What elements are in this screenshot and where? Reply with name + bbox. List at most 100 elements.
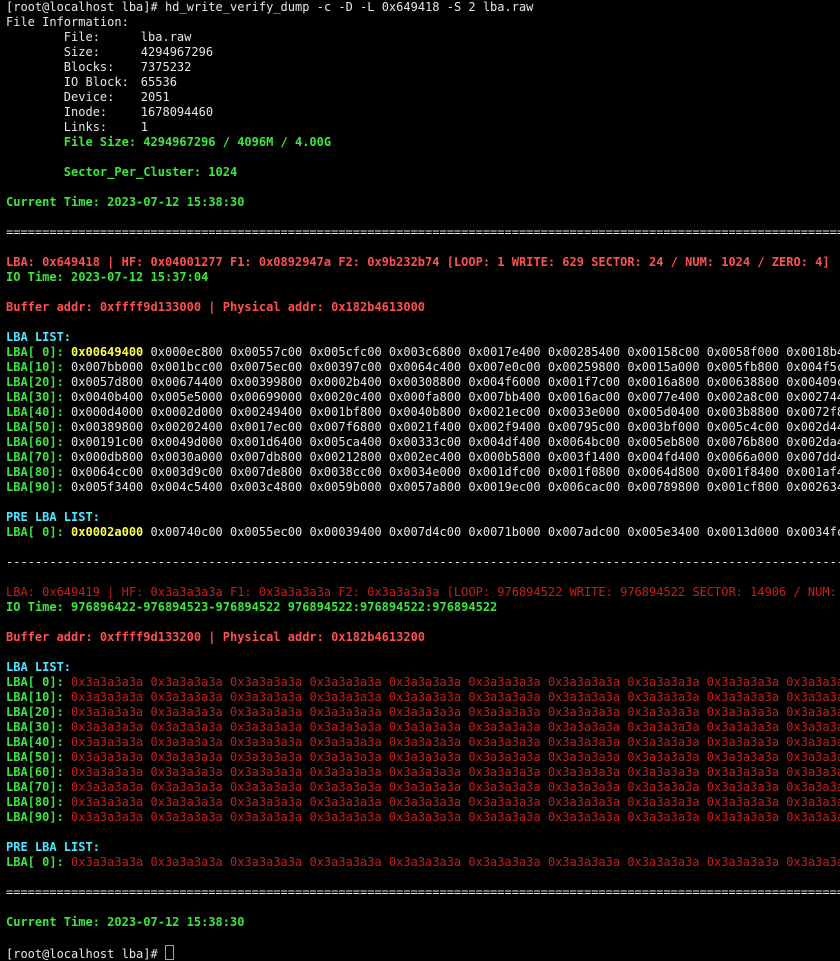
lba-row-values: 0x3a3a3a3a 0x3a3a3a3a 0x3a3a3a3a 0x3a3a3… (71, 705, 840, 719)
file-info-value: 1 (140, 120, 149, 134)
lba-row-values: 0x3a3a3a3a 0x3a3a3a3a 0x3a3a3a3a 0x3a3a3… (71, 690, 840, 704)
lba-row: LBA[70]: 0x000db800 0x0030a000 0x007db80… (6, 450, 840, 465)
lba-row-label: LBA[90]: (6, 480, 64, 494)
lba-row: LBA[10]: 0x3a3a3a3a 0x3a3a3a3a 0x3a3a3a3… (6, 690, 840, 705)
block1-lba-list-title: LBA LIST: (6, 330, 72, 344)
block1-pre-lba-row: LBA[ 0]: 0x0002a000 0x00740c00 0x0055ec0… (6, 525, 840, 540)
text-cursor[interactable] (164, 945, 174, 960)
lba-row-label: LBA[50]: (6, 750, 64, 764)
lba-row-label: LBA[40]: (6, 735, 64, 749)
file-info-row: File: lba.raw (6, 30, 840, 45)
file-info-value: 2051 (140, 90, 170, 104)
lba-row: LBA[30]: 0x0040b400 0x005e5000 0x0069900… (6, 390, 840, 405)
file-info-key: IO Block: (63, 75, 129, 89)
lba-row-values: 0x000db800 0x0030a000 0x007db800 0x00212… (71, 450, 840, 464)
file-info-row: Device: 2051 (6, 90, 840, 105)
lba-row-values: 0x3a3a3a3a 0x3a3a3a3a 0x3a3a3a3a 0x3a3a3… (71, 780, 840, 794)
block2-lba-list-title: LBA LIST: (6, 660, 72, 674)
file-info-rows: File: lba.raw Size: 4294967296 Blocks: 7375… (6, 30, 840, 135)
lba-row-label: LBA[10]: (6, 360, 64, 374)
lba-row: LBA[50]: 0x00389800 0x00202400 0x0017ec0… (6, 420, 840, 435)
file-info-value: 65536 (140, 75, 177, 89)
lba-row-label: LBA[20]: (6, 375, 64, 389)
file-info-value: lba.raw (140, 30, 192, 44)
command-line: [root@localhost lba]# hd_write_verify_du… (6, 0, 840, 15)
pre-lba-row-values: 0x00740c00 0x0055ec00 0x00039400 0x007d4… (150, 525, 840, 539)
block2-buffer-addr: Buffer addr: 0xffff9d133200 | Physical a… (6, 630, 426, 644)
sector-per-cluster: Sector_Per_Cluster: 1024 (63, 165, 238, 179)
lba-row-values: 0x3a3a3a3a 0x3a3a3a3a 0x3a3a3a3a 0x3a3a3… (71, 795, 840, 809)
lba-row-values: 0x000ec800 0x00557c00 0x005cfc00 0x003c6… (150, 345, 840, 359)
block1-header: LBA: 0x649418 | HF: 0x04001277 F1: 0x089… (6, 255, 830, 269)
file-info-header: File Information: (6, 15, 129, 29)
lba-row-label: LBA[60]: (6, 765, 64, 779)
file-info-key: Blocks: (63, 60, 115, 74)
lba-row-label: LBA[ 0]: (6, 345, 64, 359)
file-info-key: File: (63, 30, 100, 44)
current-time-end: Current Time: 2023-07-12 15:38:30 (6, 915, 245, 929)
block1-buffer-addr: Buffer addr: 0xffff9d133000 | Physical a… (6, 300, 426, 314)
lba-row-values: 0x007bb000 0x001bcc00 0x0075ec00 0x00397… (71, 360, 840, 374)
pre-lba-row-values: 0x3a3a3a3a 0x3a3a3a3a 0x3a3a3a3a 0x3a3a3… (71, 855, 840, 869)
shell-prompt: [root@localhost lba]# (6, 947, 165, 961)
file-info-key: Links: (63, 120, 108, 134)
file-info-key: Size: (63, 45, 100, 59)
lba-row: LBA[ 0]: 0x00649400 0x000ec800 0x00557c0… (6, 345, 840, 360)
lba-row-label: LBA[30]: (6, 720, 64, 734)
block2-io-time: IO Time: 976896422-976894523-976894522 9… (6, 600, 498, 614)
file-info-row: Inode: 1678094460 (6, 105, 840, 120)
lba-row: LBA[70]: 0x3a3a3a3a 0x3a3a3a3a 0x3a3a3a3… (6, 780, 840, 795)
lba-row-values: 0x3a3a3a3a 0x3a3a3a3a 0x3a3a3a3a 0x3a3a3… (71, 810, 840, 824)
lba-row-label: LBA[10]: (6, 690, 64, 704)
block1-pre-lba-title: PRE LBA LIST: (6, 510, 100, 524)
current-time-start: Current Time: 2023-07-12 15:38:30 (6, 195, 245, 209)
lba-row: LBA[80]: 0x0064cc00 0x003d9c00 0x007de80… (6, 465, 840, 480)
pre-lba-first-value: 0x0002a000 (71, 525, 144, 539)
file-info-key: Inode: (63, 105, 108, 119)
lba-row: LBA[90]: 0x3a3a3a3a 0x3a3a3a3a 0x3a3a3a3… (6, 810, 840, 825)
block1-io-time: IO Time: 2023-07-12 15:37:04 (6, 270, 209, 284)
lba-row-label: LBA[70]: (6, 450, 64, 464)
lba-row-values: 0x3a3a3a3a 0x3a3a3a3a 0x3a3a3a3a 0x3a3a3… (71, 720, 840, 734)
lba-row-label: LBA[80]: (6, 465, 64, 479)
lba-row-label: LBA[30]: (6, 390, 64, 404)
terminal-window[interactable]: [root@localhost lba]# hd_write_verify_du… (0, 0, 840, 961)
lba-row-values: 0x0057d800 0x00674400 0x00399800 0x0002b… (71, 375, 840, 389)
lba-row-values: 0x0064cc00 0x003d9c00 0x007de800 0x0038c… (71, 465, 840, 479)
block2-pre-lba-row: LBA[ 0]: 0x3a3a3a3a 0x3a3a3a3a 0x3a3a3a3… (6, 855, 840, 870)
lba-row: LBA[20]: 0x3a3a3a3a 0x3a3a3a3a 0x3a3a3a3… (6, 705, 840, 720)
file-info-value: 7375232 (140, 60, 192, 74)
file-info-row: IO Block: 65536 (6, 75, 840, 90)
command-text: hd_write_verify_dump -c -D -L 0x649418 -… (164, 0, 534, 14)
lba-row: LBA[10]: 0x007bb000 0x001bcc00 0x0075ec0… (6, 360, 840, 375)
pre-lba-row-label: LBA[ 0]: (6, 855, 64, 869)
file-size: File Size: 4294967296 / 4096M / 4.00G (63, 135, 332, 149)
lba-row-values: 0x005f3400 0x004c5400 0x003c4800 0x0059b… (71, 480, 840, 494)
final-prompt-line[interactable]: [root@localhost lba]# (6, 945, 840, 961)
separator-double: ========================================… (6, 225, 840, 239)
lba-row: LBA[60]: 0x3a3a3a3a 0x3a3a3a3a 0x3a3a3a3… (6, 765, 840, 780)
shell-prompt: [root@localhost lba]# (6, 0, 165, 14)
lba-row-values: 0x3a3a3a3a 0x3a3a3a3a 0x3a3a3a3a 0x3a3a3… (71, 765, 840, 779)
lba-row-label: LBA[ 0]: (6, 675, 64, 689)
lba-row-label: LBA[60]: (6, 435, 64, 449)
lba-first-value: 0x00649400 (71, 345, 144, 359)
file-size-line: File Size: 4294967296 / 4096M / 4.00G (6, 135, 840, 150)
file-info-key: Device: (63, 90, 115, 104)
block2-pre-lba-title: PRE LBA LIST: (6, 840, 100, 854)
sector-per-cluster-line: Sector_Per_Cluster: 1024 (6, 165, 840, 180)
file-info-row: Size: 4294967296 (6, 45, 840, 60)
block2-lba-rows: LBA[ 0]: 0x3a3a3a3a 0x3a3a3a3a 0x3a3a3a3… (6, 675, 840, 825)
lba-row-label: LBA[90]: (6, 810, 64, 824)
lba-row-label: LBA[20]: (6, 705, 64, 719)
separator-double: ========================================… (6, 885, 840, 899)
lba-row-label: LBA[50]: (6, 420, 64, 434)
lba-row-values: 0x00389800 0x00202400 0x0017ec00 0x007f6… (71, 420, 840, 434)
file-info-value: 4294967296 (140, 45, 214, 59)
